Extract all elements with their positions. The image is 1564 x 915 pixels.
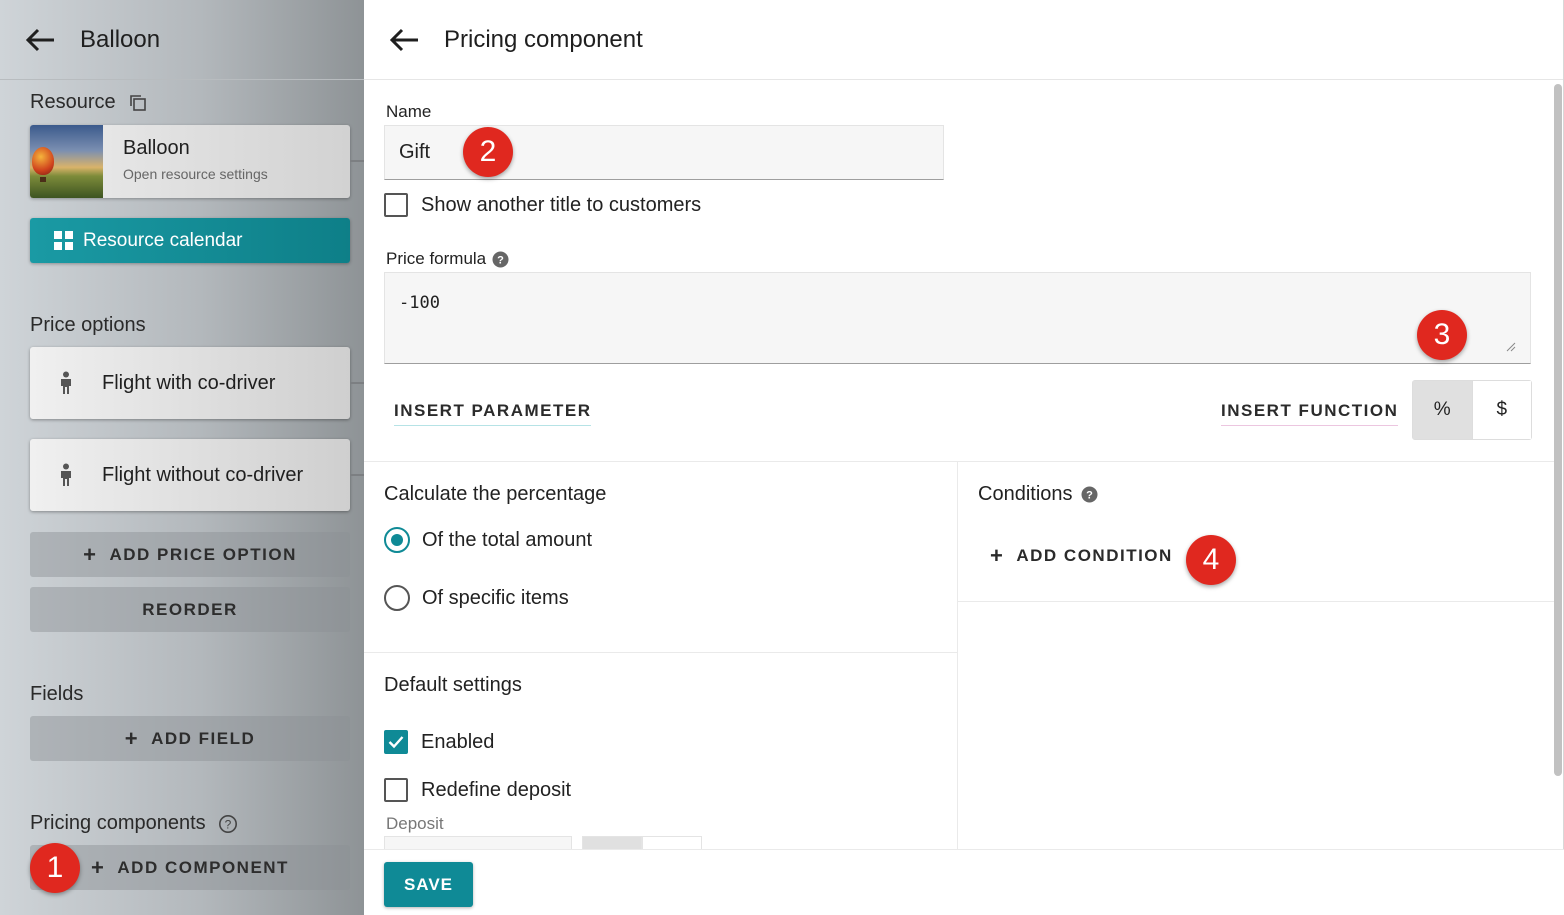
svg-text:?: ? [497, 254, 504, 266]
resize-handle-icon[interactable] [1506, 337, 1516, 352]
back-arrow-icon[interactable] [388, 23, 422, 57]
pricing-component-panel: Pricing component Name Gift Show another… [364, 0, 1564, 915]
divider [364, 461, 1554, 462]
price-option-item[interactable]: Flight with co-driver [30, 347, 350, 419]
plus-icon: + [124, 725, 140, 751]
annotation-badge-4: 4 [1186, 535, 1236, 585]
redefine-deposit-checkbox-row[interactable]: Redefine deposit [384, 778, 571, 802]
resource-thumbnail [30, 125, 103, 198]
add-condition-button[interactable]: + ADD CONDITION [990, 543, 1173, 569]
copy-icon[interactable] [128, 93, 148, 113]
fields-label: Fields [30, 683, 84, 705]
connector-line [350, 160, 364, 162]
deposit-input[interactable] [384, 836, 572, 850]
panel-header: Pricing component [364, 0, 1564, 80]
connector-line [350, 382, 364, 384]
svg-text:?: ? [224, 817, 231, 831]
resource-sidebar: Balloon Resource Balloon Open resource s… [0, 0, 364, 915]
person-icon [58, 463, 74, 487]
svg-text:?: ? [1086, 490, 1093, 502]
default-settings-heading: Default settings [384, 674, 522, 696]
check-icon [388, 736, 404, 749]
enabled-checkbox[interactable] [384, 730, 408, 754]
radio-total-amount[interactable]: Of the total amount [384, 527, 592, 553]
resource-subtitle: Open resource settings [123, 166, 268, 182]
deposit-dollar-toggle[interactable] [642, 836, 702, 850]
annotation-badge-2: 2 [463, 127, 513, 177]
calc-percentage-heading: Calculate the percentage [384, 483, 607, 505]
divider [958, 601, 1554, 602]
reorder-button[interactable]: REORDER [30, 587, 350, 632]
back-arrow-icon[interactable] [24, 23, 58, 57]
name-label: Name [386, 102, 432, 121]
divider [364, 652, 957, 653]
deposit-percent-toggle[interactable] [582, 836, 642, 850]
help-icon[interactable]: ? [492, 251, 509, 268]
show-title-checkbox-row[interactable]: Show another title to customers [384, 193, 701, 217]
plus-icon: + [990, 543, 1005, 568]
resource-card[interactable]: Balloon Open resource settings [30, 125, 350, 198]
resource-name: Balloon [123, 137, 190, 159]
sidebar-title: Balloon [80, 25, 161, 53]
divider [957, 461, 958, 849]
price-option-item[interactable]: Flight without co-driver [30, 439, 350, 511]
pricing-components-label: Pricing components ? [30, 812, 238, 835]
radio-button[interactable] [384, 585, 410, 611]
insert-parameter-button[interactable]: INSERT PARAMETER [394, 401, 592, 426]
insert-function-button[interactable]: INSERT FUNCTION [1221, 401, 1399, 426]
price-formula-textarea[interactable]: -100 [384, 272, 1531, 364]
unit-toggle: % $ [1412, 380, 1532, 440]
price-formula-label: Price formula ? [386, 249, 509, 269]
percent-toggle-button[interactable]: % [1413, 381, 1472, 439]
save-button[interactable]: SAVE [384, 862, 473, 907]
show-title-checkbox[interactable] [384, 193, 408, 217]
deposit-label: Deposit [386, 814, 444, 833]
add-price-option-button[interactable]: + ADD PRICE OPTION [30, 532, 350, 577]
connector-line [350, 474, 364, 476]
person-icon [58, 371, 74, 395]
resource-section-label: Resource [30, 91, 148, 114]
help-icon[interactable]: ? [1081, 486, 1098, 503]
grid-icon [54, 231, 73, 250]
add-field-button[interactable]: + ADD FIELD [30, 716, 350, 761]
radio-button[interactable] [384, 527, 410, 553]
dollar-toggle-button[interactable]: $ [1471, 381, 1531, 439]
plus-icon: + [83, 541, 98, 567]
sidebar-header: Balloon [0, 0, 364, 80]
resource-calendar-button[interactable]: Resource calendar [30, 218, 350, 263]
price-options-label: Price options [30, 314, 146, 336]
radio-specific-items[interactable]: Of specific items [384, 585, 569, 611]
scrollbar[interactable] [1554, 84, 1562, 776]
help-outline-icon[interactable]: ? [218, 814, 238, 834]
annotation-badge-1: 1 [30, 843, 80, 893]
annotation-badge-3: 3 [1417, 310, 1467, 360]
panel-title: Pricing component [444, 25, 643, 53]
conditions-heading: Conditions ? [978, 483, 1098, 506]
plus-icon: + [91, 854, 106, 880]
redefine-deposit-checkbox[interactable] [384, 778, 408, 802]
enabled-checkbox-row[interactable]: Enabled [384, 730, 494, 754]
panel-footer: SAVE [364, 849, 1564, 915]
